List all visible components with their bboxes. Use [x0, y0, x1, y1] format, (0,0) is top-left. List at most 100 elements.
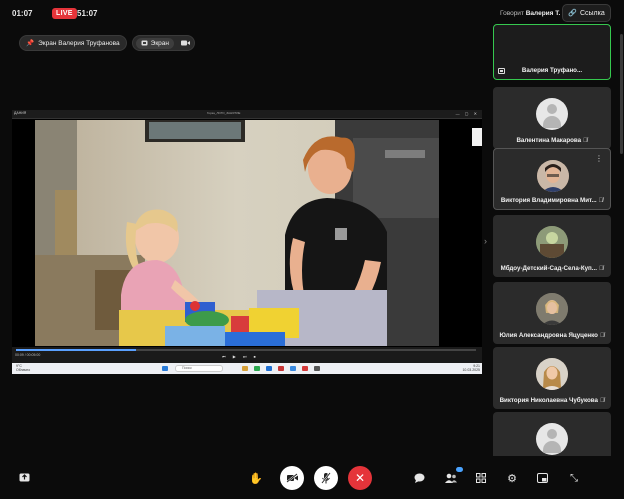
settings-button[interactable]: ⚙: [501, 467, 523, 489]
participant-name: Валерия Труфано...: [521, 67, 583, 74]
participant-name: Виктория Владимировна Мит... 🎙̸: [500, 197, 604, 204]
participant-name: Валентина Макарова 🎙̸: [516, 137, 588, 144]
chat-button[interactable]: [408, 467, 430, 489]
playback-time: 00:09 / 00:05:00: [15, 353, 41, 357]
share-screen-button[interactable]: [13, 467, 35, 489]
windows-start-icon: [162, 366, 168, 371]
participant-name: Виктория Николаевна Чубукова 🎙̸: [499, 397, 605, 404]
windows-taskbar: 9°С Облачно Поиск 9:21 10.03.2025: [12, 363, 482, 374]
copy-link-label: Ссылка: [579, 9, 605, 17]
screen-view-chip[interactable]: Экран: [131, 35, 195, 51]
mic-off-icon: 🎙̸: [599, 333, 605, 339]
bottom-toolbar: ✋ ✕ ⚙ ⤡: [0, 458, 624, 499]
avatar-photo: [536, 293, 568, 325]
collapse-panel-chevron-icon[interactable]: ›: [484, 236, 487, 246]
participant-tile[interactable]: Виктория Николаевна Чубукова 🎙̸: [493, 347, 611, 409]
video-seekbar[interactable]: 00:09 / 00:05:00 ⏮ ▶ ⏭ ⏹: [12, 347, 482, 363]
media-icon: [302, 366, 308, 371]
mic-off-icon: 🎙̸: [598, 266, 604, 272]
participant-tile[interactable]: ⋮ Виктория Владимировна Мит... 🎙̸: [493, 148, 611, 210]
copy-link-button[interactable]: 🔗 Ссылка: [562, 4, 611, 22]
participants-scrollbar[interactable]: [620, 34, 623, 154]
shared-screen: ДАНИЯ Горка_ЛОГО_ЗАНЯТИЕ — ▢ ✕ 00:09 / 0…: [12, 110, 482, 374]
screen-toggle[interactable]: Экран: [135, 37, 174, 49]
participant-name: Мбдоу-Детский-Сад-Села-Куп... 🎙̸: [500, 265, 604, 272]
avatar-photo: [536, 226, 568, 258]
live-badge: LIVE: [52, 8, 77, 19]
video-scene-image: [35, 120, 439, 346]
playback-controls-icon[interactable]: ⏮ ▶ ⏭ ⏹: [222, 354, 259, 359]
collapse-arrows-icon: ⤡: [570, 472, 578, 484]
share-screen-icon: [19, 473, 29, 482]
video-area: [12, 119, 482, 347]
picture-in-picture-button[interactable]: [531, 467, 553, 489]
participant-tile[interactable]: Валентина Макарова 🎙̸: [493, 87, 611, 149]
camera-icon[interactable]: [181, 40, 190, 46]
participant-name: Юлия Александровна Яцуценко 🎙̸: [499, 332, 605, 339]
screen-share-chips: 📌 Экран Валерия Труфанова Экран: [19, 35, 195, 51]
avatar: [536, 423, 568, 455]
edge-icon: [266, 366, 272, 371]
notification-badge: [456, 467, 463, 472]
active-speaker-indicator: Говорит Валерия Т.: [500, 10, 560, 17]
chat-icon: [414, 473, 424, 483]
folder-icon: [242, 366, 248, 371]
weather-widget: 9°С Облачно: [16, 364, 31, 372]
participants-panel: Валерия Труфано... Валентина Макарова 🎙̸ …: [493, 24, 611, 456]
participant-tile[interactable]: Юлия Александровна Яцуценко 🎙̸: [493, 282, 611, 344]
pinned-screen-chip[interactable]: 📌 Экран Валерия Труфанова: [19, 35, 127, 51]
app-icon: [278, 366, 284, 371]
video-frame: [35, 120, 439, 346]
avatar-photo: [536, 358, 568, 390]
raise-hand-button[interactable]: ✋: [245, 467, 267, 489]
participant-tile[interactable]: Валерия Труфано...: [493, 24, 611, 80]
avatar: [536, 358, 568, 390]
screen-toggle-label: Экран: [150, 39, 169, 47]
chrome-icon: [254, 366, 260, 371]
participant-tile[interactable]: Мбдоу-Детский-Сад-Села-Куп... 🎙̸: [493, 215, 611, 277]
avatar-photo: [537, 160, 569, 192]
mail-icon: [290, 366, 296, 371]
avatar: [536, 293, 568, 325]
gear-icon: ⚙: [507, 472, 517, 485]
system-tray-clock: 9:21 10.03.2025: [462, 364, 480, 372]
window-controls-icon: — ▢ ✕: [455, 111, 479, 116]
camera-off-icon: [285, 473, 298, 483]
grid-icon: [476, 473, 486, 483]
player-icon: [314, 366, 320, 371]
end-call-button[interactable]: ✕: [348, 466, 372, 490]
raise-hand-icon: ✋: [249, 472, 263, 485]
camera-toggle-button[interactable]: [280, 466, 304, 490]
picture-in-picture-icon: [536, 473, 548, 483]
link-icon: 🔗: [568, 10, 577, 17]
avatar: [537, 160, 569, 192]
taskbar-search: Поиск: [175, 365, 223, 372]
avatar: [536, 226, 568, 258]
side-window-strip: [472, 128, 482, 146]
close-icon: ✕: [354, 471, 366, 485]
more-options-icon[interactable]: ⋮: [595, 154, 603, 163]
mic-off-icon: [321, 472, 331, 484]
participant-tile[interactable]: [493, 412, 611, 456]
avatar: [536, 98, 568, 130]
pinned-screen-label: Экран Валерия Труфанова: [38, 39, 120, 47]
screen-icon: [141, 40, 148, 46]
minimize-button[interactable]: ⤡: [563, 467, 585, 489]
participants-button[interactable]: [440, 467, 463, 489]
seek-progress: [16, 349, 136, 351]
participants-icon: [445, 473, 457, 483]
clock: 01:07: [12, 9, 33, 18]
window-left-label: ДАНИЯ: [14, 111, 27, 115]
player-title-bar: ДАНИЯ Горка_ЛОГО_ЗАНЯТИЕ — ▢ ✕: [12, 110, 482, 119]
window-title: Горка_ЛОГО_ЗАНЯТИЕ: [207, 111, 241, 115]
mic-off-icon: 🎙̸: [599, 398, 605, 404]
mic-toggle-button[interactable]: [314, 466, 338, 490]
mic-off-icon: 🎙̸: [583, 138, 588, 144]
layout-grid-button[interactable]: [470, 467, 492, 489]
mic-off-icon: 🎙̸: [598, 198, 604, 204]
speaker-prefix: Говорит: [500, 10, 524, 17]
pin-icon: 📌: [26, 40, 35, 47]
recording-timer: 51:07: [77, 9, 98, 18]
video-conference-app: 01:07 LIVE 51:07 Говорит Валерия Т. 🔗 Сс…: [0, 0, 624, 499]
speaker-name: Валерия Т.: [525, 10, 561, 17]
